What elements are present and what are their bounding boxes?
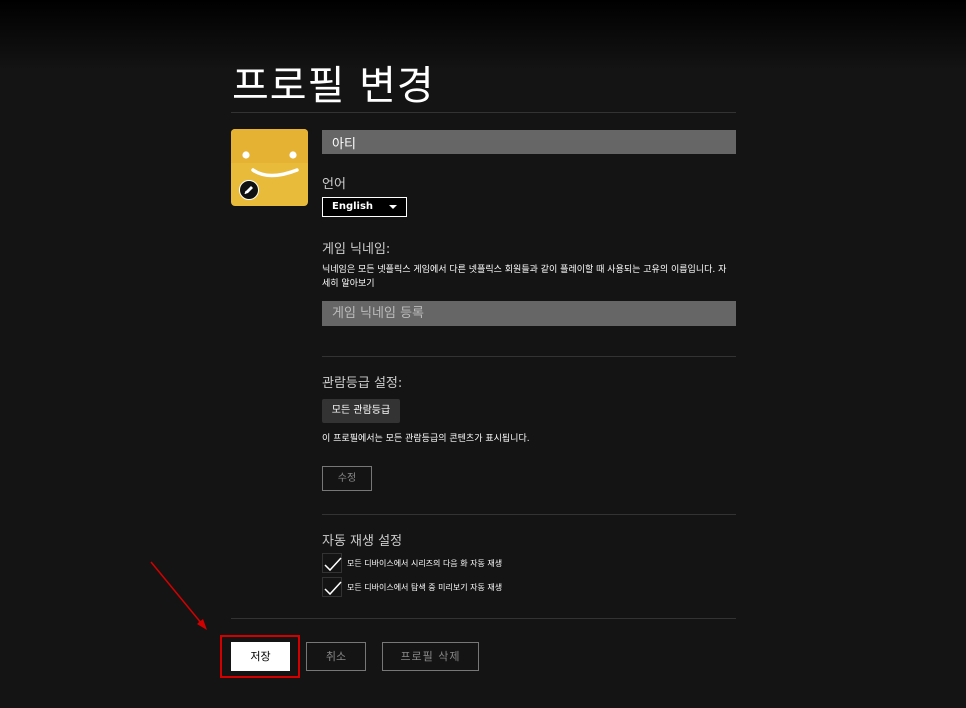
pencil-icon[interactable] [239,180,259,200]
autoplay-previews-label: 모든 디바이스에서 탐색 중 미리보기 자동 재생 [347,583,503,592]
maturity-rating-chip: 모든 관람등급 [322,399,400,423]
autoplay-previews-checkbox[interactable] [322,577,342,597]
autoplay-next-episode-label: 모든 디바이스에서 시리즈의 다음 화 자동 재생 [347,559,503,568]
annotation-arrow-icon [150,561,207,630]
game-nickname-input[interactable] [322,301,736,326]
cancel-button[interactable]: 취소 [306,642,366,671]
language-label: 언어 [322,177,346,192]
actions-divider [231,618,736,619]
page-title: 프로필 변경 [232,63,435,109]
title-divider [231,112,736,113]
section-divider [322,514,736,515]
checkmark-icon [324,557,342,572]
maturity-label: 관람등급 설정: [322,376,403,391]
maturity-description: 이 프로필에서는 모든 관람등급의 콘텐츠가 표시됩니다. [322,434,530,444]
checkmark-icon [324,581,342,596]
profile-avatar[interactable] [231,129,308,206]
delete-profile-button[interactable]: 프로필 삭제 [382,642,479,671]
annotation-highlight-box [220,635,300,678]
autoplay-next-episode-checkbox[interactable] [322,553,342,573]
maturity-edit-button[interactable]: 수정 [322,466,372,491]
section-divider [322,356,736,357]
top-gradient [0,0,966,70]
language-selected-value: English [332,201,374,212]
game-nickname-label: 게임 닉네임: [322,242,391,257]
game-nickname-description: 닉네임은 모든 넷플릭스 게임에서 다른 넷플릭스 회원들과 같이 플레이할 때… [322,265,727,289]
chevron-down-icon [389,205,397,209]
profile-name-input[interactable] [322,130,736,154]
autoplay-label: 자동 재생 설정 [322,534,403,549]
language-select[interactable]: English [322,197,407,217]
